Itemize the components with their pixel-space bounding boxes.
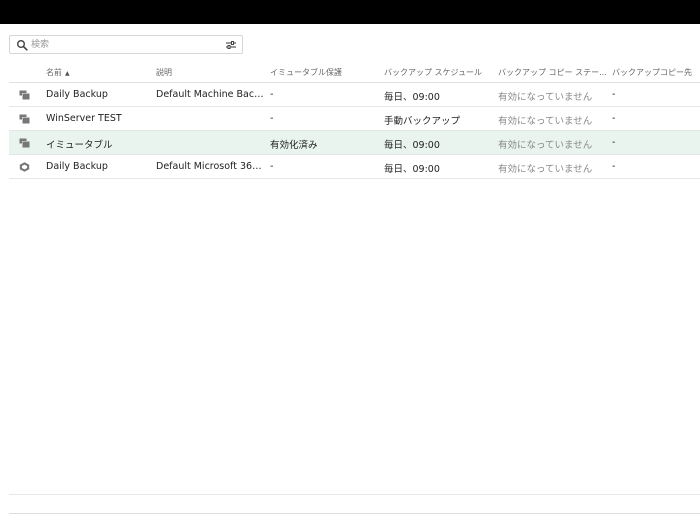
row-name[interactable]: イミュータブル bbox=[46, 137, 151, 151]
table-row[interactable]: Daily Backup Default Microsoft 365 Ba...… bbox=[9, 155, 700, 179]
row-copy-destination: - bbox=[612, 113, 616, 124]
machine-backup-icon bbox=[19, 114, 30, 124]
row-name[interactable]: Daily Backup bbox=[46, 161, 151, 172]
row-copy-status: 有効になっていません bbox=[498, 164, 593, 175]
machine-backup-icon bbox=[19, 138, 30, 148]
row-name[interactable]: Daily Backup bbox=[46, 89, 151, 100]
row-copy-status: 有効になっていません bbox=[498, 92, 593, 103]
column-header-description[interactable]: 説明 bbox=[156, 67, 264, 78]
filter-settings-icon[interactable] bbox=[225, 39, 237, 51]
row-copy-status: 有効になっていません bbox=[498, 116, 593, 127]
column-header-copy-status[interactable]: バックアップ コピー ステー... bbox=[498, 67, 608, 78]
search-input[interactable] bbox=[31, 37, 211, 52]
column-header-label: 名前 bbox=[46, 68, 62, 77]
row-description: Default Microsoft 365 Ba... bbox=[156, 161, 264, 172]
sort-ascending-icon: ▲ bbox=[65, 70, 70, 77]
row-description: Default Machine Backup ... bbox=[156, 89, 264, 100]
table-header: 名前 ▲ 説明 イミュータブル保護 バックアップ スケジュール バックアップ コピ… bbox=[9, 63, 700, 83]
column-header-immutable[interactable]: イミュータブル保護 bbox=[270, 67, 380, 78]
row-schedule: 毎日、09:00 bbox=[384, 92, 440, 103]
row-copy-destination: - bbox=[612, 89, 616, 100]
column-header-name[interactable]: 名前 ▲ bbox=[46, 67, 151, 78]
row-copy-status: 有効になっていません bbox=[498, 140, 593, 151]
row-schedule: 毎日、09:00 bbox=[384, 164, 440, 175]
row-schedule: 毎日、09:00 bbox=[384, 140, 440, 151]
microsoft-365-icon bbox=[19, 162, 30, 172]
row-immutable: - bbox=[270, 113, 274, 124]
search-icon bbox=[17, 40, 28, 51]
row-immutable: 有効化済み bbox=[270, 140, 318, 151]
divider bbox=[9, 513, 700, 514]
row-immutable: - bbox=[270, 89, 274, 100]
table-row[interactable]: WinServer TEST - 手動バックアップ 有効になっていません - bbox=[9, 107, 700, 131]
top-bar bbox=[0, 0, 700, 24]
search-box[interactable] bbox=[9, 35, 243, 54]
column-header-copy-destination[interactable]: バックアップコピー先 bbox=[612, 67, 697, 78]
table-row-selected[interactable]: イミュータブル 有効化済み 毎日、09:00 有効になっていません - bbox=[9, 131, 700, 155]
divider bbox=[9, 494, 700, 495]
row-copy-destination: - bbox=[612, 161, 616, 172]
column-header-schedule[interactable]: バックアップ スケジュール bbox=[384, 67, 494, 78]
table-row[interactable]: Daily Backup Default Machine Backup ... … bbox=[9, 83, 700, 107]
machine-backup-icon bbox=[19, 90, 30, 100]
row-immutable: - bbox=[270, 161, 274, 172]
row-copy-destination: - bbox=[612, 137, 616, 148]
row-name[interactable]: WinServer TEST bbox=[46, 113, 151, 124]
row-schedule: 手動バックアップ bbox=[384, 116, 461, 127]
